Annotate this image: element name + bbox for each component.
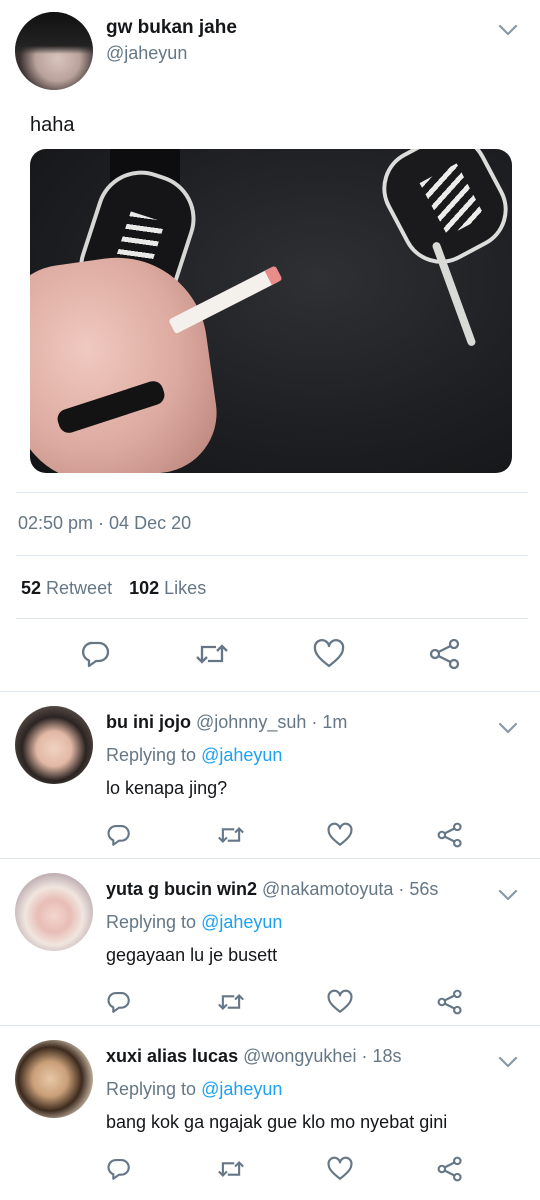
retweet-icon[interactable] <box>216 989 246 1015</box>
replying-mention[interactable]: @jaheyun <box>201 912 282 932</box>
like-count[interactable]: 102 <box>129 578 159 598</box>
retweet-icon[interactable] <box>216 822 246 848</box>
chevron-down-icon[interactable] <box>498 24 518 36</box>
reply-meta: xuxi alias lucas @wongyukhei · 18s <box>106 1046 402 1067</box>
author-handle[interactable]: @jaheyun <box>106 43 187 64</box>
replying-to: Replying to @jaheyun <box>106 745 282 766</box>
retweet-icon[interactable] <box>216 1156 246 1182</box>
reply-author-handle[interactable]: @johnny_suh <box>196 712 306 732</box>
like-icon[interactable] <box>326 1156 354 1182</box>
reply-text: gegayaan lu je busett <box>106 945 278 965</box>
reply-icon[interactable] <box>80 638 112 670</box>
reply-time: · 18s <box>361 1046 402 1066</box>
reply-text: bang kok ga ngajak gue klo mo nyebat gin… <box>106 1112 448 1132</box>
reply-icon[interactable] <box>106 822 132 848</box>
tweet-photo[interactable] <box>30 149 512 473</box>
like-icon[interactable] <box>312 638 346 670</box>
reply-author-name[interactable]: xuxi alias lucas <box>106 1046 238 1066</box>
like-icon[interactable] <box>326 989 354 1015</box>
reply-icon[interactable] <box>106 989 132 1015</box>
reply-tweet[interactable]: bu ini jojo @johnny_suh · 1m Replying to… <box>0 692 540 858</box>
reply-tweet[interactable]: xuxi alias lucas @wongyukhei · 18s Reply… <box>0 1026 540 1196</box>
chevron-down-icon[interactable] <box>498 1056 518 1068</box>
avatar[interactable] <box>15 706 93 784</box>
share-icon[interactable] <box>428 638 462 670</box>
reply-author-handle[interactable]: @wongyukhei <box>243 1046 356 1066</box>
retweet-icon[interactable] <box>194 638 230 670</box>
main-tweet: gw bukan jahe @jaheyun haha 02:50 pm · 0… <box>0 0 540 692</box>
reply-text: lo kenapa jing? <box>106 778 228 798</box>
replying-prefix: Replying to <box>106 912 197 932</box>
retweet-count[interactable]: 52 <box>21 578 41 598</box>
tweet-text: haha <box>30 114 75 136</box>
reply-icon[interactable] <box>106 1156 132 1182</box>
reply-author-handle[interactable]: @nakamotoyuta <box>262 879 393 899</box>
tweet-timestamp: 02:50 pm · 04 Dec 20 <box>18 513 192 533</box>
share-icon[interactable] <box>436 822 464 848</box>
chevron-down-icon[interactable] <box>498 889 518 901</box>
reply-time: · 1m <box>311 712 348 732</box>
reply-time: · 56s <box>398 879 439 899</box>
like-label[interactable]: Likes <box>164 578 206 598</box>
replying-to: Replying to @jaheyun <box>106 1079 282 1100</box>
divider <box>16 492 528 493</box>
author-avatar[interactable] <box>15 12 93 90</box>
replying-to: Replying to @jaheyun <box>106 912 282 933</box>
replying-mention[interactable]: @jaheyun <box>201 1079 282 1099</box>
reply-tweet[interactable]: yuta g bucin win2 @nakamotoyuta · 56s Re… <box>0 859 540 1025</box>
share-icon[interactable] <box>436 989 464 1015</box>
author-name[interactable]: gw bukan jahe <box>106 17 237 39</box>
divider <box>16 555 528 556</box>
reply-author-name[interactable]: bu ini jojo <box>106 712 191 732</box>
replying-mention[interactable]: @jaheyun <box>201 745 282 765</box>
reply-meta: yuta g bucin win2 @nakamotoyuta · 56s <box>106 879 438 900</box>
tweet-stats: 52 Retweet 102 Likes <box>21 578 218 599</box>
share-icon[interactable] <box>436 1156 464 1182</box>
replying-prefix: Replying to <box>106 1079 197 1099</box>
chevron-down-icon[interactable] <box>498 722 518 734</box>
divider <box>16 618 528 619</box>
replying-prefix: Replying to <box>106 745 197 765</box>
like-icon[interactable] <box>326 822 354 848</box>
avatar[interactable] <box>15 873 93 951</box>
avatar[interactable] <box>15 1040 93 1118</box>
tweet-actions <box>0 636 540 676</box>
retweet-label[interactable]: Retweet <box>46 578 112 598</box>
reply-author-name[interactable]: yuta g bucin win2 <box>106 879 257 899</box>
reply-meta: bu ini jojo @johnny_suh · 1m <box>106 712 347 733</box>
